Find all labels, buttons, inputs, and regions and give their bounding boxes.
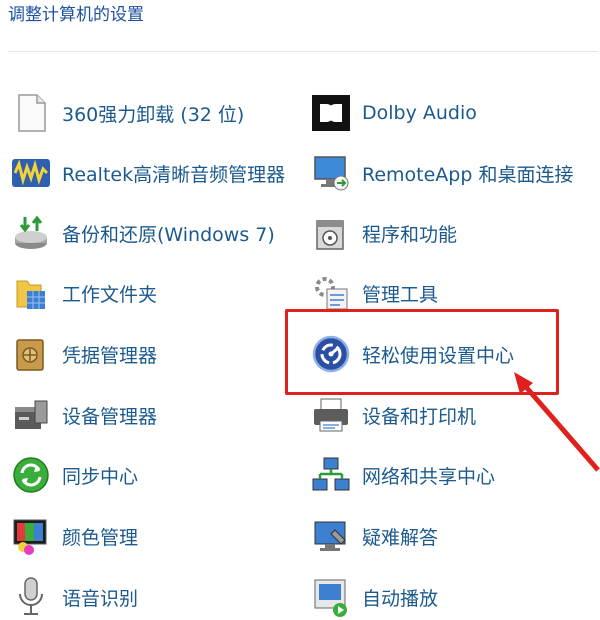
item-label: 疑难解答: [362, 526, 439, 549]
troubleshoot-icon: [310, 515, 352, 557]
dolby-icon: [310, 92, 352, 134]
programs-icon: [310, 212, 352, 254]
item-label: 360强力卸载 (32 位): [62, 103, 245, 126]
admin-tools-icon: [310, 272, 352, 314]
item-devices-printers[interactable]: 设备和打印机: [310, 392, 476, 438]
item-dolby-audio[interactable]: Dolby Audio: [310, 90, 477, 136]
credential-safe-icon: [10, 333, 52, 375]
item-realtek-audio[interactable]: Realtek高清晰音频管理器: [10, 150, 285, 196]
item-device-manager[interactable]: 设备管理器: [10, 392, 157, 438]
item-speech-recognition[interactable]: 语音识别: [10, 574, 138, 620]
remote-desktop-icon: [310, 152, 352, 194]
item-troubleshooting[interactable]: 疑难解答: [310, 513, 438, 559]
item-sync-center[interactable]: 同步中心: [10, 452, 138, 498]
autoplay-icon: [310, 576, 352, 618]
item-label: 设备管理器: [62, 405, 158, 428]
item-work-folders[interactable]: 工作文件夹: [10, 270, 157, 316]
color-management-icon: [10, 515, 52, 557]
item-remoteapp[interactable]: RemoteApp 和桌面连接: [310, 150, 573, 196]
item-label: 设备和打印机: [362, 405, 477, 428]
device-manager-icon: [10, 394, 52, 436]
item-360-uninstall[interactable]: 360强力卸载 (32 位): [10, 90, 244, 136]
item-label: 工作文件夹: [62, 283, 158, 306]
item-label: Dolby Audio: [362, 102, 477, 124]
item-programs-features[interactable]: 程序和功能: [310, 210, 457, 256]
item-network-sharing[interactable]: 网络和共享中心: [310, 452, 495, 498]
network-icon: [310, 454, 352, 496]
item-label: RemoteApp 和桌面连接: [362, 163, 574, 186]
backup-restore-icon: [10, 212, 52, 254]
item-label: Realtek高清晰音频管理器: [62, 163, 286, 186]
item-label: 语音识别: [62, 587, 139, 610]
highlight-box: [285, 309, 559, 395]
item-label: 程序和功能: [362, 223, 458, 246]
item-label: 网络和共享中心: [362, 465, 496, 488]
work-folders-icon: [10, 272, 52, 314]
item-label: 凭据管理器: [62, 344, 158, 367]
audio-waveform-icon: [10, 152, 52, 194]
sync-icon: [10, 454, 52, 496]
item-autoplay[interactable]: 自动播放: [310, 574, 438, 620]
item-label: 自动播放: [362, 587, 439, 610]
item-label: 备份和还原(Windows 7): [62, 223, 275, 246]
blank-document-icon: [10, 92, 52, 134]
item-backup-restore[interactable]: 备份和还原(Windows 7): [10, 210, 275, 256]
item-credential-manager[interactable]: 凭据管理器: [10, 331, 157, 377]
item-label: 颜色管理: [62, 526, 139, 549]
page-title: 调整计算机的设置: [8, 5, 144, 25]
printer-icon: [310, 394, 352, 436]
divider: [8, 51, 598, 52]
item-label: 同步中心: [62, 465, 139, 488]
item-color-management[interactable]: 颜色管理: [10, 513, 138, 559]
item-label: 管理工具: [362, 283, 439, 306]
microphone-icon: [10, 576, 52, 618]
